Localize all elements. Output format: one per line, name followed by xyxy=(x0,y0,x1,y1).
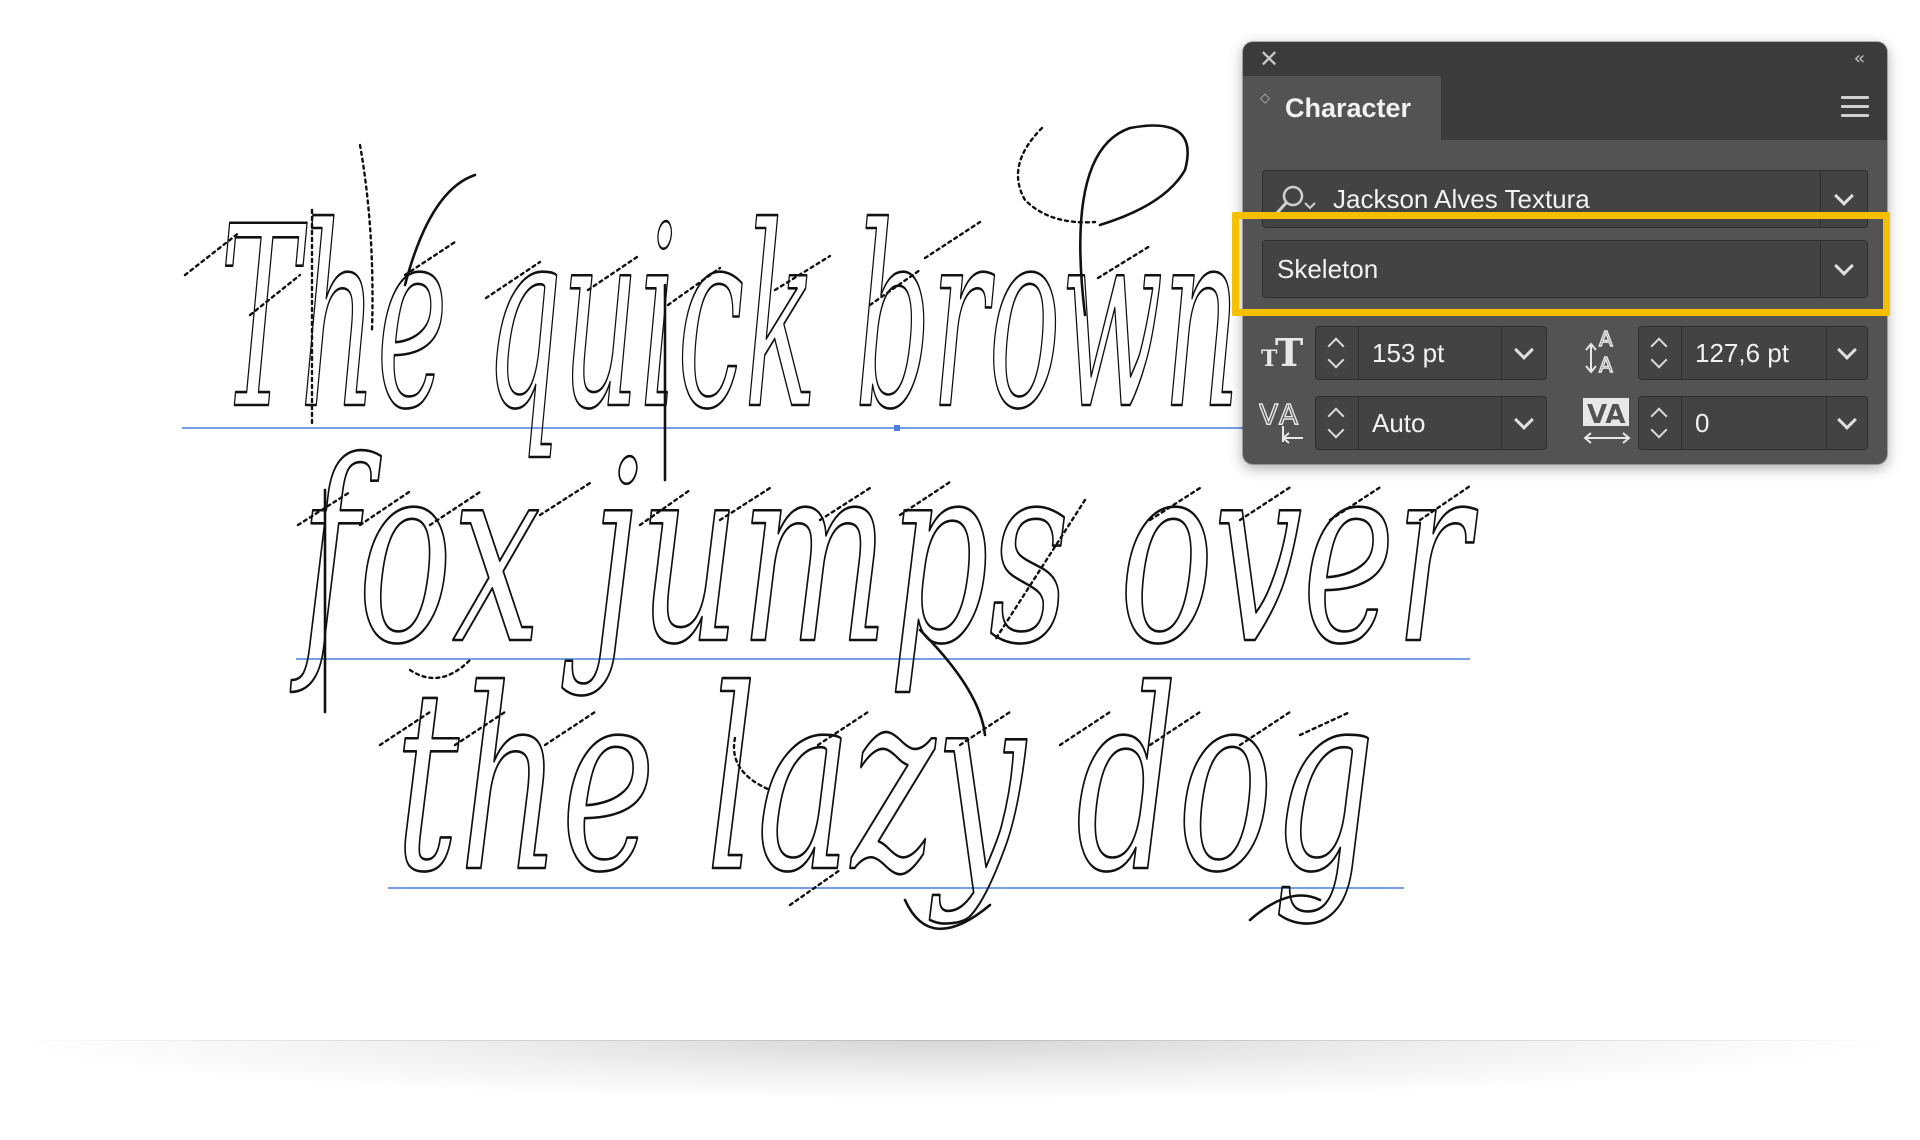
stepper-down-icon xyxy=(1327,351,1345,369)
stepper-down-icon xyxy=(1327,421,1345,439)
panel-tab-bar: ◇ Character xyxy=(1243,76,1887,140)
font-size-stepper[interactable] xyxy=(1316,327,1359,379)
hamburger-menu-icon[interactable] xyxy=(1841,96,1869,120)
leading-icon: A A xyxy=(1585,326,1614,378)
kerning-field[interactable]: Auto xyxy=(1315,396,1547,450)
leading-field[interactable]: 127,6 pt xyxy=(1638,326,1868,380)
tracking-field[interactable]: 0 xyxy=(1638,396,1868,450)
stepper-down-icon xyxy=(1650,421,1668,439)
chevron-down-icon xyxy=(1514,339,1534,360)
svg-text:V: V xyxy=(1259,398,1278,431)
font-size-dropdown-button[interactable] xyxy=(1501,327,1546,379)
tab-reorder-icon: ◇ xyxy=(1260,91,1270,106)
stepper-down-icon xyxy=(1650,351,1668,369)
font-size-value: 153 pt xyxy=(1372,337,1445,368)
leading-stepper[interactable] xyxy=(1639,327,1682,379)
double-chevron-left-icon[interactable]: ‹‹ xyxy=(1843,46,1873,72)
kerning-value: Auto xyxy=(1372,407,1426,438)
tab-character[interactable]: ◇ Character xyxy=(1243,76,1441,140)
tracking-stepper[interactable] xyxy=(1639,397,1682,449)
text-line-3[interactable]: the lazy dog xyxy=(394,635,1377,929)
font-style-highlight xyxy=(1232,212,1890,316)
svg-text:VA: VA xyxy=(1587,400,1625,430)
tracking-icon: VA xyxy=(1583,398,1631,444)
svg-text:A: A xyxy=(1599,353,1613,377)
tracking-value: 0 xyxy=(1695,407,1710,438)
font-size-icon: T T xyxy=(1261,330,1303,372)
close-icon[interactable]: ✕ xyxy=(1257,46,1281,72)
svg-text:A: A xyxy=(1599,327,1613,351)
panel-titlebar: ✕ ‹‹ xyxy=(1243,42,1887,76)
chevron-down-icon xyxy=(1837,409,1857,430)
panel-title: Character xyxy=(1285,93,1412,123)
leading-value: 127,6 pt xyxy=(1695,337,1789,368)
kerning-stepper[interactable] xyxy=(1316,397,1359,449)
kerning-icon: V A xyxy=(1259,397,1303,444)
leading-dropdown-button[interactable] xyxy=(1826,327,1867,379)
font-size-field[interactable]: 153 pt xyxy=(1315,326,1547,380)
illustrator-canvas: The quick brown fox jumps over the lazy … xyxy=(0,0,1920,1140)
chevron-down-icon xyxy=(1834,185,1854,206)
svg-text:A: A xyxy=(1279,398,1298,431)
chevron-down-icon xyxy=(1514,409,1534,430)
kerning-dropdown-button[interactable] xyxy=(1501,397,1546,449)
chevron-down-icon xyxy=(1837,339,1857,360)
svg-text:T: T xyxy=(1275,330,1303,372)
tracking-dropdown-button[interactable] xyxy=(1826,397,1867,449)
